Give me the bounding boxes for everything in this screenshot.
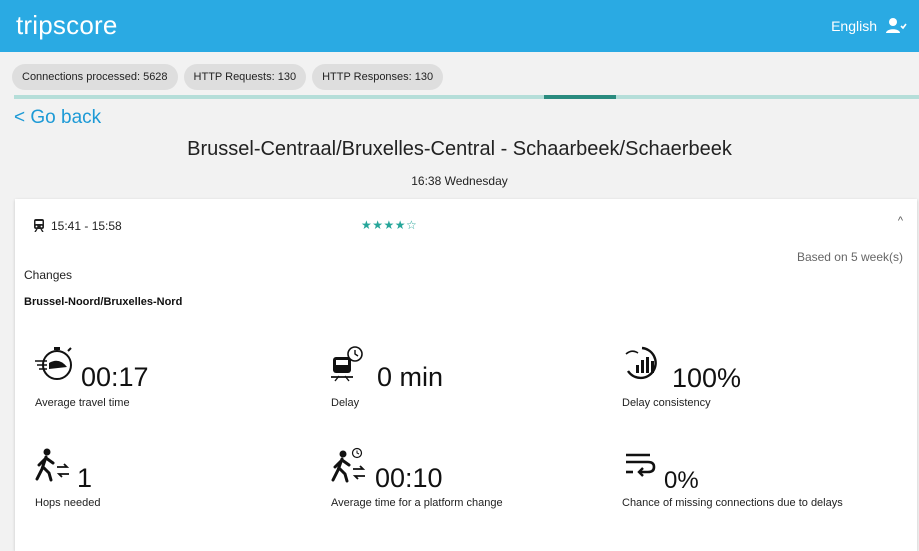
train-icon [34,219,44,232]
language-selector[interactable]: English [831,18,877,34]
consistency-value: 100% [672,363,742,393]
http-responses-chip: HTTP Responses: 130 [312,64,444,90]
metric-missed-connections: 0% Chance of missing connections due to … [622,447,912,513]
train-delay-icon [331,346,363,382]
hops-label: Hops needed [35,497,101,509]
trip-rating-stars: ★★★★☆ [361,218,418,232]
trip-card: 15:41 - 15:58 ★★★★☆ ^ Based on 5 week(s)… [15,199,917,551]
walking-transfer-icon [35,448,70,482]
route-title: Brussel-Centraal/Bruxelles-Central - Sch… [187,138,732,160]
go-back-link[interactable]: < Go back [14,107,101,129]
metric-travel-time: 00:17 Average travel time [35,345,315,413]
missed-connection-icon [626,453,656,477]
collapse-chevron-icon[interactable]: ^ [898,215,903,227]
brand-logo[interactable]: tripscore [16,10,118,41]
delay-value: 0 min [377,362,444,392]
missed-connections-value: 0% [664,467,699,494]
metric-hops: 1 Hops needed [35,447,315,513]
platform-change-value: 00:10 [375,463,443,493]
platform-change-label: Average time for a platform change [331,497,503,509]
connections-processed-chip: Connections processed: 5628 [12,64,178,90]
based-on-weeks: Based on 5 week(s) [796,250,903,264]
hops-value: 1 [77,463,93,493]
stats-bar: Connections processed: 5628 HTTP Request… [12,64,444,90]
travel-time-value: 00:17 [81,362,149,392]
delay-label: Delay [331,397,360,409]
walking-transfer-timer-icon [331,447,366,483]
departure-time: 16:38 Wednesday [411,174,508,188]
change-station-name: Brussel-Noord/Bruxelles-Nord [24,296,183,308]
stopwatch-train-icon [35,347,72,380]
consistency-label: Delay consistency [622,397,711,409]
missed-connections-label: Chance of missing connections due to del… [622,497,843,509]
changes-label: Changes [24,268,73,282]
loading-progress-track [14,95,919,99]
trip-time-range: 15:41 - 15:58 [51,219,122,233]
metric-delay: 0 min Delay [331,345,611,413]
metric-consistency: 100% Delay consistency [622,345,912,413]
http-requests-chip: HTTP Requests: 130 [183,64,307,90]
metric-platform-change: 00:10 Average time for a platform change [331,447,611,513]
app-bar: tripscore English [0,0,919,52]
user-account-icon[interactable] [885,16,907,36]
travel-time-label: Average travel time [35,397,130,409]
loading-progress-indicator [544,95,616,99]
consistency-gauge-icon [625,346,657,380]
